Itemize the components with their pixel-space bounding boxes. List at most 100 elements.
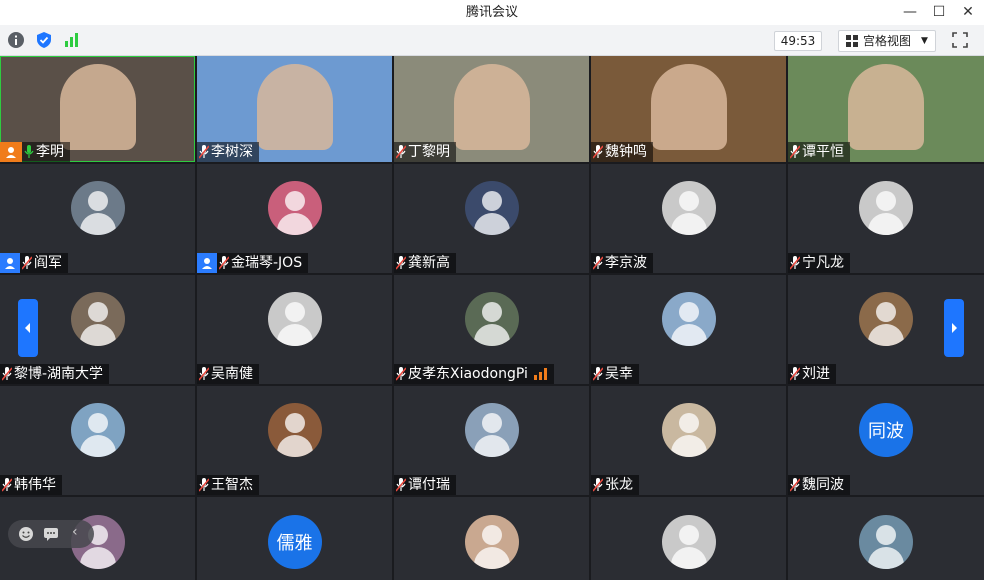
participant-avatar [70, 292, 125, 346]
participant-tile[interactable]: 谭平恒 [788, 56, 984, 162]
avatar-silhouette [876, 191, 896, 211]
participant-avatar [267, 292, 322, 346]
participant-tile[interactable]: 吴幸 [591, 275, 786, 384]
emoji-icon[interactable] [18, 526, 34, 542]
avatar-silhouette [481, 413, 502, 433]
mic-muted-icon [394, 253, 408, 273]
participant-avatar [859, 181, 913, 235]
participant-tile[interactable]: 龚新高 [394, 164, 589, 273]
mic-muted-icon [591, 475, 605, 495]
participant-name: 李京波 [605, 255, 647, 271]
mic-muted-icon [197, 364, 211, 384]
avatar-silhouette-body [79, 213, 116, 235]
participant-tile[interactable]: 金瑞琴-JOS [197, 164, 392, 273]
participant-namebar: 李明 [0, 142, 70, 162]
participant-name: 黎博-湖南大学 [14, 366, 104, 382]
participant-avatar [267, 181, 322, 235]
participant-name: 李明 [36, 144, 64, 160]
prev-page-button[interactable] [18, 299, 38, 357]
participant-tile[interactable]: 李京波 [591, 164, 786, 273]
participant-tile[interactable] [591, 497, 786, 580]
window-title: 腾讯会议 [465, 5, 518, 20]
avatar-silhouette [876, 525, 896, 545]
participant-namebar: 李京波 [591, 253, 653, 273]
participant-namebar: 刘进 [788, 364, 836, 384]
participant-namebar: 魏同波 [788, 475, 850, 495]
audio-level-icon [533, 368, 548, 380]
mic-muted-icon [217, 253, 231, 273]
participant-tile[interactable]: 儒雅 [197, 497, 392, 580]
chat-icon[interactable] [43, 526, 59, 542]
meeting-timer: 49:53 [774, 31, 822, 51]
avatar-silhouette-body [473, 324, 510, 346]
participant-namebar: 韩伟华 [0, 475, 62, 495]
participant-tile[interactable]: 谭付瑞 [394, 386, 589, 495]
view-mode-label: 宫格视图 [863, 34, 912, 48]
security-shield-icon[interactable] [35, 31, 53, 49]
participant-namebar: 谭付瑞 [394, 475, 456, 495]
avatar-silhouette-body [473, 213, 510, 235]
participant-avatar [464, 292, 519, 346]
participant-name: 吴幸 [605, 366, 633, 382]
participant-name: 金瑞琴-JOS [231, 255, 303, 271]
participant-tile[interactable]: 张龙 [591, 386, 786, 495]
participant-tile[interactable]: 王智杰 [197, 386, 392, 495]
avatar-silhouette-body [670, 213, 707, 235]
participant-tile[interactable]: 魏钟鸣 [591, 56, 786, 162]
mic-muted-icon [788, 253, 802, 273]
mic-muted-icon [788, 142, 802, 162]
minimize-icon[interactable]: — [894, 0, 926, 25]
participant-name: 魏同波 [802, 477, 844, 493]
avatar-silhouette [284, 191, 305, 211]
user-badge-icon [0, 253, 20, 273]
participant-name: 吴南健 [211, 366, 253, 382]
fullscreen-icon[interactable] [951, 31, 969, 49]
participant-avatar [70, 181, 125, 235]
avatar-silhouette [481, 525, 502, 545]
participant-namebar: 吴南健 [197, 364, 259, 384]
participant-tile[interactable]: 同波魏同波 [788, 386, 984, 495]
participant-namebar: 宁凡龙 [788, 253, 850, 273]
avatar-silhouette-body [473, 435, 510, 457]
participant-namebar: 皮孝东XiaodongPi [394, 364, 554, 384]
avatar-silhouette [87, 302, 108, 322]
avatar-silhouette [876, 302, 896, 322]
participant-avatar: 同波 [859, 403, 913, 457]
mic-muted-icon [20, 253, 34, 273]
participant-namebar: 谭平恒 [788, 142, 850, 162]
participant-tile[interactable]: 丁黎明 [394, 56, 589, 162]
participant-tile[interactable]: 宁凡龙 [788, 164, 984, 273]
avatar-silhouette [678, 525, 699, 545]
mic-muted-icon [394, 364, 408, 384]
next-page-button[interactable] [944, 299, 964, 357]
participant-tile[interactable]: 李明 [0, 56, 195, 162]
avatar-silhouette-body [79, 435, 116, 457]
avatar-silhouette-body [276, 435, 313, 457]
participant-name: 李树深 [211, 144, 253, 160]
participant-tile[interactable] [394, 497, 589, 580]
mic-muted-icon [394, 475, 408, 495]
participant-tile[interactable]: 阎军 [0, 164, 195, 273]
participant-avatar [661, 403, 716, 457]
participant-name: 龚新高 [408, 255, 450, 271]
participant-tile[interactable]: 吴南健 [197, 275, 392, 384]
avatar-silhouette [678, 413, 699, 433]
participant-tile[interactable] [788, 497, 984, 580]
participant-avatar [267, 403, 322, 457]
participant-tile[interactable]: 韩伟华 [0, 386, 195, 495]
close-icon[interactable]: ✕ [952, 0, 984, 25]
view-mode-dropdown[interactable]: 宫格视图 ▼ [838, 30, 936, 52]
participant-avatar [661, 292, 716, 346]
participant-namebar: 魏钟鸣 [591, 142, 653, 162]
participant-tile[interactable]: 皮孝东XiaodongPi [394, 275, 589, 384]
avatar-silhouette [284, 302, 305, 322]
participant-tile[interactable]: 李树深 [197, 56, 392, 162]
maximize-icon[interactable]: ☐ [923, 0, 955, 25]
info-icon[interactable] [7, 31, 25, 49]
network-signal-icon[interactable] [63, 31, 81, 49]
mic-muted-icon [788, 364, 802, 384]
collapse-icon[interactable]: ‹ [72, 524, 78, 540]
participant-namebar: 阎军 [0, 253, 68, 273]
avatar-silhouette-body [868, 547, 904, 569]
participant-avatar [661, 181, 716, 235]
